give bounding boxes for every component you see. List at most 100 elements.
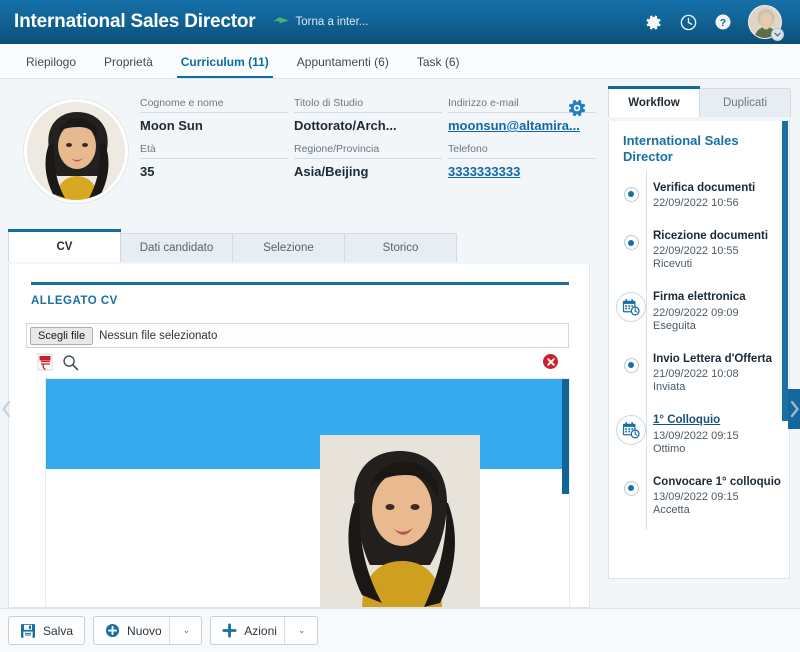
- workflow-item[interactable]: Ricezione documenti 22/09/2022 10:55 Ric…: [609, 223, 789, 284]
- workflow-item-date: 13/09/2022 09:15: [653, 489, 783, 503]
- cv-banner: [46, 379, 570, 469]
- back-link-label: Torna a inter...: [295, 16, 368, 28]
- workflow-item-status: Ottimo: [653, 442, 783, 455]
- workflow-item-name: Invio Lettera d'Offerta: [653, 352, 783, 366]
- field-label: Cognome e nome: [140, 97, 288, 113]
- field-cognome-nome: Cognome e nome Moon Sun: [140, 97, 288, 143]
- magnifier-icon[interactable]: [62, 354, 79, 371]
- workflow-item[interactable]: Verifica documenti 22/09/2022 10:56: [609, 175, 789, 223]
- workflow-item-date: 21/09/2022 10:08: [653, 366, 783, 380]
- timeline-marker: [609, 469, 653, 516]
- workflow-scrollbar[interactable]: [782, 121, 788, 421]
- clock-icon[interactable]: [679, 13, 698, 32]
- tab-appuntamenti[interactable]: Appuntamenti (6): [283, 55, 403, 78]
- cv-section-title: ALLEGATO CV: [31, 295, 118, 307]
- remove-attachment-button[interactable]: [542, 353, 559, 370]
- timeline-marker: [609, 346, 653, 393]
- svg-text:?: ?: [720, 17, 726, 29]
- workflow-item-date: 22/09/2022 10:55: [653, 243, 783, 257]
- cv-document-photo: [320, 435, 480, 608]
- section-divider: [31, 282, 569, 285]
- actions-button-label: Azioni: [244, 624, 277, 638]
- avatar[interactable]: [748, 5, 782, 39]
- calendar-icon: [622, 298, 640, 316]
- field-label: Titolo di Studio: [294, 97, 442, 113]
- workflow-title: International Sales Director: [609, 121, 789, 169]
- workflow-item-status: Ricevuti: [653, 257, 783, 270]
- candidate-fields: Cognome e nome Moon Sun Titolo di Studio…: [140, 93, 602, 189]
- field-regione-provincia: Regione/Provincia Asia/Beijing: [294, 143, 442, 189]
- page-title: International Sales Director: [14, 11, 255, 33]
- field-row-2: Età 35 Regione/Provincia Asia/Beijing Te…: [140, 143, 602, 189]
- cv-tab-strip: CV Dati candidato Selezione Storico: [8, 231, 456, 262]
- dot-icon: [624, 358, 639, 373]
- no-file-selected-label: Nessun file selezionato: [99, 330, 217, 342]
- tab-curriculum[interactable]: Curriculum (11): [167, 55, 283, 78]
- cv-tab-cv[interactable]: CV: [8, 231, 121, 262]
- chevron-down-icon: [774, 32, 781, 37]
- chevron-down-icon[interactable]: ⌄: [298, 625, 306, 636]
- previous-record-arrow[interactable]: [0, 389, 12, 429]
- save-button-label: Salva: [43, 624, 73, 638]
- workflow-item[interactable]: 1° Colloquio 13/09/2022 09:15 Ottimo: [609, 407, 789, 468]
- save-button[interactable]: Salva: [8, 616, 85, 645]
- timeline-marker: [609, 407, 653, 454]
- cv-tab-storico[interactable]: Storico: [344, 233, 457, 262]
- gear-icon[interactable]: [644, 13, 663, 32]
- pdf-icon[interactable]: [37, 353, 54, 371]
- workflow-panel: International Sales Director Verifica do…: [608, 121, 790, 579]
- back-link[interactable]: Torna a inter...: [273, 16, 368, 28]
- next-record-arrow[interactable]: [788, 389, 800, 429]
- dot-icon: [624, 481, 639, 496]
- field-value-phone-link[interactable]: 3333333333: [448, 164, 596, 179]
- workflow-item[interactable]: Convocare 1° colloquio 13/09/2022 09:15 …: [609, 469, 789, 530]
- plus-circle-icon: [105, 623, 120, 638]
- application-window: International Sales Director Torna a int…: [0, 0, 800, 652]
- dot-icon: [624, 187, 639, 202]
- cv-document-preview[interactable]: [45, 378, 570, 608]
- bottom-toolbar: Salva Nuovo ⌄ Azioni ⌄: [0, 608, 800, 652]
- workflow-item-status: Accetta: [653, 503, 783, 516]
- workflow-item[interactable]: Invio Lettera d'Offerta 21/09/2022 10:08…: [609, 346, 789, 407]
- tab-riepilogo[interactable]: Riepilogo: [12, 55, 90, 78]
- field-value-email-link[interactable]: moonsun@altamira...: [448, 118, 596, 133]
- workflow-item-name: Ricezione documenti: [653, 229, 783, 243]
- field-eta: Età 35: [140, 143, 288, 189]
- chevron-left-icon: [2, 401, 11, 417]
- choose-file-button[interactable]: Scegli file: [30, 327, 93, 345]
- field-titolo-studio: Titolo di Studio Dottorato/Arch...: [294, 97, 442, 143]
- tab-task[interactable]: Task (6): [403, 55, 474, 78]
- tab-duplicati[interactable]: Duplicati: [699, 88, 791, 117]
- field-label: Età: [140, 143, 288, 159]
- field-label: Telefono: [448, 143, 596, 159]
- cv-document-scrollbar[interactable]: [562, 379, 569, 494]
- button-separator: [169, 617, 170, 644]
- candidate-portrait-image: [27, 102, 127, 202]
- page-body: Cognome e nome Moon Sun Titolo di Studio…: [0, 79, 800, 608]
- workflow-item[interactable]: Firma elettronica 22/09/2022 09:09 Esegu…: [609, 284, 789, 345]
- workflow-timeline: Verifica documenti 22/09/2022 10:56 Rice…: [609, 169, 789, 530]
- save-disk-icon: [20, 623, 36, 639]
- tab-proprieta[interactable]: Proprietà: [90, 55, 167, 78]
- summary-gear-icon[interactable]: [566, 97, 588, 119]
- workflow-item-status: Inviata: [653, 380, 783, 393]
- tab-workflow[interactable]: Workflow: [608, 88, 700, 117]
- workflow-item-name-link[interactable]: 1° Colloquio: [653, 413, 783, 427]
- field-value: Dottorato/Arch...: [294, 118, 442, 133]
- help-icon[interactable]: ?: [714, 13, 732, 31]
- cv-tab-selezione[interactable]: Selezione: [232, 233, 345, 262]
- avatar-chevron-badge[interactable]: [771, 28, 784, 41]
- cv-tab-dati-candidato[interactable]: Dati candidato: [120, 233, 233, 262]
- timeline-marker: [609, 223, 653, 270]
- actions-button[interactable]: Azioni ⌄: [210, 616, 317, 645]
- field-row-1: Cognome e nome Moon Sun Titolo di Studio…: [140, 97, 602, 143]
- chevron-down-icon[interactable]: ⌄: [183, 625, 191, 636]
- candidate-summary: Cognome e nome Moon Sun Titolo di Studio…: [0, 79, 600, 224]
- new-button[interactable]: Nuovo ⌄: [93, 616, 202, 645]
- calendar-clock-icon: [616, 415, 646, 445]
- workflow-item-name: Firma elettronica: [653, 290, 783, 304]
- calendar-icon: [622, 421, 640, 439]
- top-header-bar: International Sales Director Torna a int…: [0, 0, 800, 44]
- file-upload-field[interactable]: Scegli file Nessun file selezionato: [26, 323, 569, 348]
- field-label: Regione/Provincia: [294, 143, 442, 159]
